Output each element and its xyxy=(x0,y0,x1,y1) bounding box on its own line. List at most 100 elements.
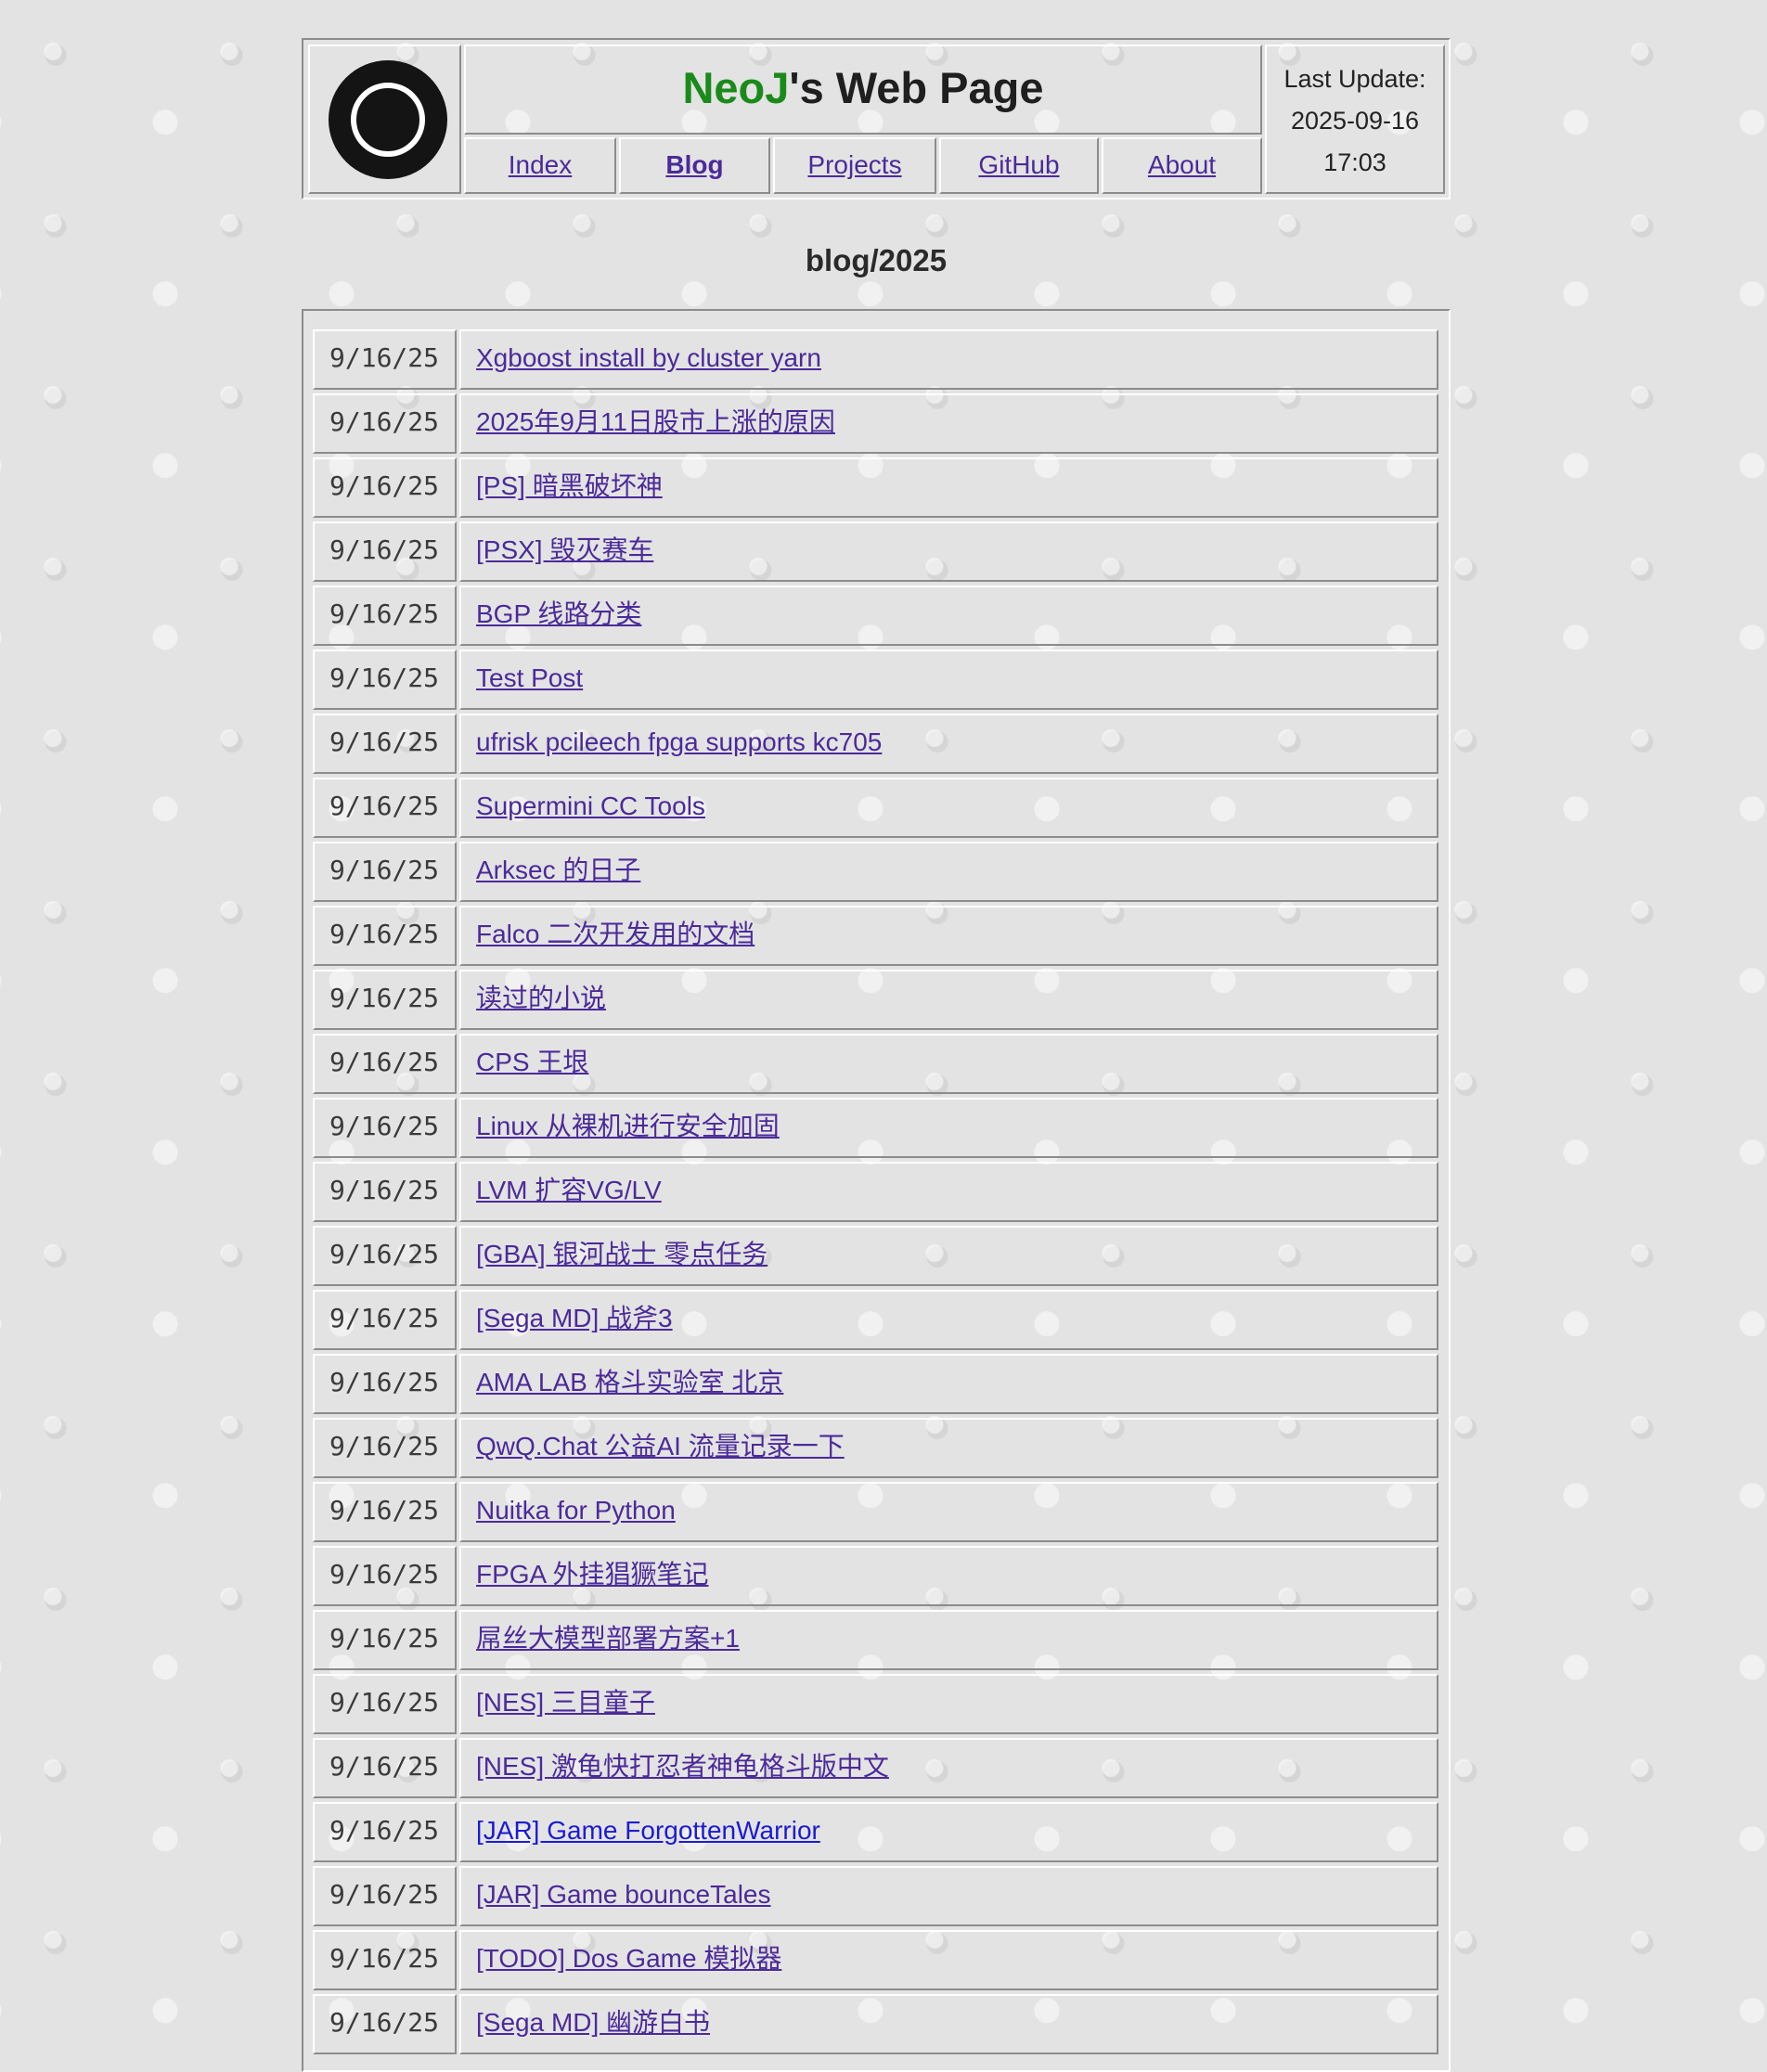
post-date: 9/16/25 xyxy=(313,1354,457,1414)
post-title-cell: Supermini CC Tools xyxy=(459,778,1438,838)
post-row: 9/16/25 读过的小说 xyxy=(313,970,1438,1030)
post-link[interactable]: [JAR] Game ForgottenWarrior xyxy=(476,1816,820,1845)
post-link[interactable]: [NES] 激龟快打忍者神龟格斗版中文 xyxy=(476,1752,889,1781)
nav-link-index[interactable]: Index xyxy=(509,150,573,179)
post-link[interactable]: [PSX] 毁灭赛车 xyxy=(476,535,653,564)
post-link[interactable]: [TODO] Dos Game 模拟器 xyxy=(476,1944,781,1973)
last-update-time: 17:03 xyxy=(1323,148,1387,176)
post-link[interactable]: [JAR] Game bounceTales xyxy=(476,1880,771,1909)
page-heading: blog/2025 xyxy=(805,243,948,277)
post-link[interactable]: 2025年9月11日股市上涨的原因 xyxy=(476,407,835,436)
post-title-cell: Falco 二次开发用的文档 xyxy=(459,906,1438,966)
nav-bar: Index Blog Projects GitHub About xyxy=(464,137,1262,194)
post-date: 9/16/25 xyxy=(313,1674,457,1734)
post-row: 9/16/25 Supermini CC Tools xyxy=(313,778,1438,838)
post-link[interactable]: Test Post xyxy=(476,663,583,692)
post-date: 9/16/25 xyxy=(313,714,457,774)
post-date: 9/16/25 xyxy=(313,329,457,390)
post-date: 9/16/25 xyxy=(313,1162,457,1222)
post-link[interactable]: Arksec 的日子 xyxy=(476,856,640,884)
post-title-cell: [Sega MD] 幽游白书 xyxy=(459,1994,1438,2054)
post-link[interactable]: QwQ.Chat 公益AI 流量记录一下 xyxy=(476,1432,845,1461)
post-title-cell: [NES] 三目童子 xyxy=(459,1674,1438,1734)
post-link[interactable]: [NES] 三目童子 xyxy=(476,1688,655,1717)
post-date: 9/16/25 xyxy=(313,1930,457,1990)
post-row: 9/16/25 AMA LAB 格斗实验室 北京 xyxy=(313,1354,1438,1414)
post-title-cell: [NES] 激龟快打忍者神龟格斗版中文 xyxy=(459,1738,1438,1798)
post-title-cell: CPS 王垠 xyxy=(459,1034,1438,1094)
post-title-cell: [Sega MD] 战斧3 xyxy=(459,1290,1438,1350)
post-date: 9/16/25 xyxy=(313,1226,457,1286)
post-row: 9/16/25 CPS 王垠 xyxy=(313,1034,1438,1094)
post-date: 9/16/25 xyxy=(313,1610,457,1670)
post-link[interactable]: Xgboost install by cluster yarn xyxy=(476,343,821,372)
post-title-cell: ufrisk pcileech fpga supports kc705 xyxy=(459,714,1438,774)
post-link[interactable]: ufrisk pcileech fpga supports kc705 xyxy=(476,727,882,756)
nav-link-projects[interactable]: Projects xyxy=(807,150,901,179)
post-title-cell: [JAR] Game bounceTales xyxy=(459,1866,1438,1926)
post-row: 9/16/25 Falco 二次开发用的文档 xyxy=(313,906,1438,966)
post-title-cell: QwQ.Chat 公益AI 流量记录一下 xyxy=(459,1418,1438,1478)
post-date: 9/16/25 xyxy=(313,1802,457,1862)
post-link[interactable]: 读过的小说 xyxy=(476,984,606,1012)
post-link[interactable]: [Sega MD] 幽游白书 xyxy=(476,2008,710,2037)
post-title-cell: AMA LAB 格斗实验室 北京 xyxy=(459,1354,1438,1414)
site-title-brand: NeoJ xyxy=(682,63,790,112)
post-link[interactable]: Linux 从裸机进行安全加固 xyxy=(476,1112,780,1140)
site-title: NeoJ's Web Page xyxy=(464,45,1262,135)
post-date: 9/16/25 xyxy=(313,778,457,838)
post-title-cell: Linux 从裸机进行安全加固 xyxy=(459,1098,1438,1158)
post-link[interactable]: 屌丝大模型部署方案+1 xyxy=(476,1624,740,1653)
post-date: 9/16/25 xyxy=(313,1738,457,1798)
site-header: NeoJ's Web Page Index Blog Projects GitH… xyxy=(302,38,1451,199)
post-date: 9/16/25 xyxy=(313,586,457,646)
post-title-cell: 读过的小说 xyxy=(459,970,1438,1030)
post-link[interactable]: LVM 扩容VG/LV xyxy=(476,1176,662,1204)
post-title-cell: FPGA 外挂猖獗笔记 xyxy=(459,1546,1438,1606)
post-title-cell: [PS] 暗黑破坏神 xyxy=(459,457,1438,518)
post-row: 9/16/25 屌丝大模型部署方案+1 xyxy=(313,1610,1438,1670)
post-date: 9/16/25 xyxy=(313,1482,457,1542)
post-link[interactable]: [GBA] 银河战士 零点任务 xyxy=(476,1240,767,1268)
post-link[interactable]: Falco 二次开发用的文档 xyxy=(476,920,755,948)
post-row: 9/16/25 [Sega MD] 幽游白书 xyxy=(313,1994,1438,2054)
post-date: 9/16/25 xyxy=(313,393,457,454)
post-row: 9/16/25 LVM 扩容VG/LV xyxy=(313,1162,1438,1222)
nav-link-about[interactable]: About xyxy=(1148,150,1216,179)
post-link[interactable]: AMA LAB 格斗实验室 北京 xyxy=(476,1368,783,1396)
post-row: 9/16/25 Arksec 的日子 xyxy=(313,842,1438,902)
post-link[interactable]: Nuitka for Python xyxy=(476,1496,676,1525)
site-logo-icon[interactable] xyxy=(329,60,447,179)
nav-cell-blog: Blog xyxy=(619,137,770,194)
logo-cell xyxy=(308,45,461,194)
nav-cell-github: GitHub xyxy=(939,137,1099,194)
post-date: 9/16/25 xyxy=(313,650,457,710)
post-date: 9/16/25 xyxy=(313,1866,457,1926)
nav-link-github[interactable]: GitHub xyxy=(978,150,1059,179)
last-update-label: Last Update: xyxy=(1283,65,1426,93)
post-link[interactable]: [Sega MD] 战斧3 xyxy=(476,1304,673,1332)
post-title-cell: LVM 扩容VG/LV xyxy=(459,1162,1438,1222)
post-link[interactable]: Supermini CC Tools xyxy=(476,791,705,820)
post-link[interactable]: FPGA 外挂猖獗笔记 xyxy=(476,1560,708,1589)
post-date: 9/16/25 xyxy=(313,1418,457,1478)
nav-cell-about: About xyxy=(1102,137,1262,194)
post-link[interactable]: BGP 线路分类 xyxy=(476,599,641,628)
post-title-cell: Arksec 的日子 xyxy=(459,842,1438,902)
post-row: 9/16/25 Xgboost install by cluster yarn xyxy=(313,329,1438,390)
nav-link-blog[interactable]: Blog xyxy=(665,150,723,179)
post-row: 9/16/25 [NES] 三目童子 xyxy=(313,1674,1438,1734)
post-row: 9/16/25 2025年9月11日股市上涨的原因 xyxy=(313,393,1438,454)
post-date: 9/16/25 xyxy=(313,1290,457,1350)
post-row: 9/16/25 Linux 从裸机进行安全加固 xyxy=(313,1098,1438,1158)
post-row: 9/16/25 [Sega MD] 战斧3 xyxy=(313,1290,1438,1350)
post-link[interactable]: [PS] 暗黑破坏神 xyxy=(476,471,663,500)
last-update-box: Last Update: 2025-09-16 17:03 xyxy=(1265,45,1445,194)
site-title-rest: 's Web Page xyxy=(789,63,1044,112)
nav-cell-index: Index xyxy=(464,137,616,194)
post-date: 9/16/25 xyxy=(313,970,457,1030)
post-list: 9/16/25 Xgboost install by cluster yarn 9/… xyxy=(302,309,1451,2072)
nav-cell-projects: Projects xyxy=(773,137,936,194)
post-link[interactable]: CPS 王垠 xyxy=(476,1048,588,1076)
post-row: 9/16/25 FPGA 外挂猖獗笔记 xyxy=(313,1546,1438,1606)
